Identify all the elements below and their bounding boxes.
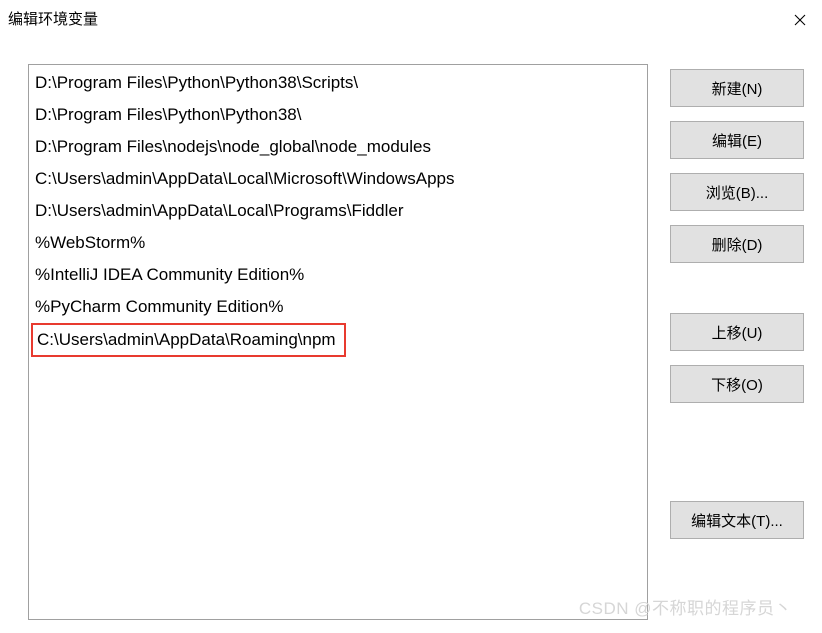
path-listbox[interactable]: D:\Program Files\Python\Python38\Scripts… [28, 64, 648, 620]
move-down-button[interactable]: 下移(O) [670, 365, 804, 403]
spacer [670, 277, 804, 299]
button-column: 新建(N) 编辑(E) 浏览(B)... 删除(D) 上移(U) 下移(O) 编… [670, 64, 804, 620]
move-up-button[interactable]: 上移(U) [670, 313, 804, 351]
close-button[interactable] [788, 8, 812, 32]
list-item-highlighted[interactable]: C:\Users\admin\AppData\Roaming\npm [31, 323, 346, 357]
list-item[interactable]: D:\Program Files\Python\Python38\ [29, 99, 647, 131]
edit-button[interactable]: 编辑(E) [670, 121, 804, 159]
list-item[interactable]: %WebStorm% [29, 227, 647, 259]
edit-text-button[interactable]: 编辑文本(T)... [670, 501, 804, 539]
dialog-content: D:\Program Files\Python\Python38\Scripts… [0, 36, 822, 620]
browse-button[interactable]: 浏览(B)... [670, 173, 804, 211]
list-item[interactable]: D:\Users\admin\AppData\Local\Programs\Fi… [29, 195, 647, 227]
delete-button[interactable]: 删除(D) [670, 225, 804, 263]
dialog-title: 编辑环境变量 [8, 8, 98, 29]
close-icon [794, 14, 806, 26]
title-bar: 编辑环境变量 [0, 0, 822, 36]
spacer [670, 417, 804, 487]
list-item[interactable]: %PyCharm Community Edition% [29, 291, 647, 323]
new-button[interactable]: 新建(N) [670, 69, 804, 107]
list-item[interactable]: C:\Users\admin\AppData\Local\Microsoft\W… [29, 163, 647, 195]
list-item[interactable]: %IntelliJ IDEA Community Edition% [29, 259, 647, 291]
list-item[interactable]: D:\Program Files\nodejs\node_global\node… [29, 131, 647, 163]
list-item[interactable]: D:\Program Files\Python\Python38\Scripts… [29, 67, 647, 99]
